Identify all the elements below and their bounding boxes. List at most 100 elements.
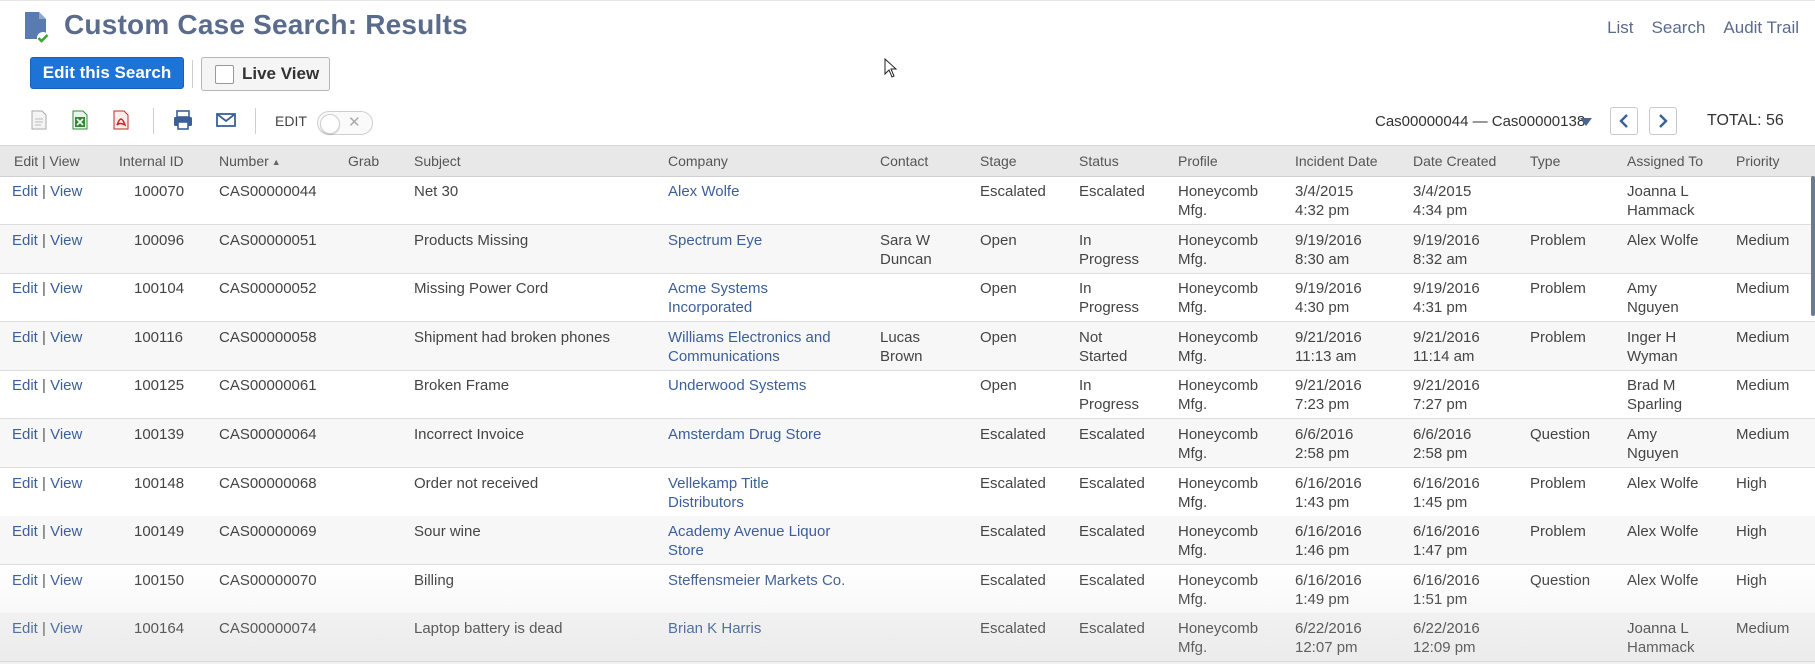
company-link-line[interactable]: Distributors [668, 493, 769, 512]
list-link[interactable]: List [1607, 18, 1633, 38]
incident-date-cell-line: 3/4/2015 [1295, 183, 1354, 200]
company-link[interactable]: Williams Electronics and Communications [668, 328, 831, 366]
view-link[interactable]: View [50, 620, 82, 637]
live-view-checkbox[interactable] [215, 64, 234, 84]
column-company[interactable]: Company [668, 153, 728, 169]
internal-id-cell: 100149 [134, 523, 185, 541]
date-created-cell: 9/21/2016 11:14 am [1413, 328, 1480, 366]
audit-trail-link[interactable]: Audit Trail [1723, 18, 1799, 38]
edit-link[interactable]: Edit [12, 475, 38, 492]
column-stage[interactable]: Stage [980, 153, 1017, 169]
company-link-line[interactable]: Communications [668, 347, 831, 366]
page-range-select[interactable]: Cas00000044 — Cas00000138 [1375, 113, 1585, 130]
edit-link[interactable]: Edit [12, 280, 38, 297]
email-icon[interactable] [214, 108, 238, 132]
view-link[interactable]: View [50, 475, 82, 492]
search-link[interactable]: Search [1652, 18, 1706, 38]
company-link-line[interactable]: Brian K Harris [668, 619, 761, 638]
view-link[interactable]: View [50, 183, 82, 200]
company-link[interactable]: Academy Avenue Liquor Store [668, 522, 830, 560]
company-link[interactable]: Brian K Harris [668, 619, 761, 638]
view-link[interactable]: View [50, 232, 82, 249]
view-link[interactable]: View [50, 329, 82, 346]
company-link-line[interactable]: Alex Wolfe [668, 182, 739, 201]
company-link-line[interactable]: Williams Electronics and [668, 328, 831, 347]
column-grab[interactable]: Grab [348, 153, 379, 169]
assigned-to-cell: Alex Wolfe [1627, 571, 1698, 590]
edit-link[interactable]: Edit [12, 620, 38, 637]
profile-cell: Honeycomb Mfg. [1178, 522, 1258, 560]
previous-page-button[interactable] [1610, 107, 1638, 135]
company-link-line[interactable]: Store [668, 541, 830, 560]
column-profile[interactable]: Profile [1178, 153, 1218, 169]
date-created-cell-line: 9/21/2016 [1413, 377, 1480, 395]
company-link-line[interactable]: Vellekamp Title [668, 474, 769, 493]
view-link[interactable]: View [50, 523, 82, 540]
company-link-line[interactable]: Acme Systems [668, 279, 768, 298]
next-page-button[interactable] [1649, 107, 1677, 135]
edit-link[interactable]: Edit [12, 377, 38, 394]
date-created-cell-line: 9/19/2016 [1413, 231, 1480, 249]
column-type[interactable]: Type [1530, 153, 1560, 169]
table-row: Edit | View 100149 CAS00000069 Sour wine Aca… [0, 516, 1815, 566]
column-contact[interactable]: Contact [880, 153, 928, 169]
new-document-icon[interactable] [27, 108, 51, 132]
company-link-line[interactable]: Amsterdam Drug Store [668, 425, 821, 444]
view-link[interactable]: View [50, 377, 82, 394]
edit-link[interactable]: Edit [12, 329, 38, 346]
edit-view-cell: Edit | View [12, 474, 82, 493]
edit-link[interactable]: Edit [12, 183, 38, 200]
column-number[interactable]: Number ▲ [219, 153, 281, 169]
company-link[interactable]: Steffensmeier Markets Co. [668, 571, 845, 590]
profile-cell: Honeycomb Mfg. [1178, 425, 1258, 463]
column-date-created[interactable]: Date Created [1413, 153, 1496, 169]
edit-search-button[interactable]: Edit this Search [30, 57, 184, 89]
company-link-line[interactable]: Steffensmeier Markets Co. [668, 571, 845, 590]
profile-cell-line: Honeycomb [1178, 183, 1259, 200]
company-link[interactable]: Acme Systems Incorporated [668, 279, 768, 317]
view-link[interactable]: View [50, 572, 82, 589]
number-cell: CAS00000052 [219, 280, 317, 298]
number-cell: CAS00000058 [219, 328, 317, 346]
status-cell: Escalated [1079, 571, 1145, 590]
type-cell: Problem [1530, 231, 1586, 249]
live-view-button[interactable]: Live View [201, 57, 330, 91]
view-link[interactable]: View [50, 426, 82, 443]
export-excel-icon[interactable] [68, 108, 92, 132]
company-link[interactable]: Vellekamp Title Distributors [668, 474, 769, 512]
vertical-scrollbar[interactable] [1811, 176, 1815, 316]
column-internal-id[interactable]: Internal ID [119, 153, 184, 169]
number-cell: CAS00000044 [219, 183, 317, 200]
edit-link[interactable]: Edit [12, 572, 38, 589]
view-link[interactable]: View [50, 280, 82, 297]
column-subject[interactable]: Subject [414, 153, 461, 169]
chevron-down-icon[interactable] [1580, 118, 1592, 126]
company-link[interactable]: Spectrum Eye [668, 231, 762, 250]
edit-link[interactable]: Edit [12, 426, 38, 443]
company-link[interactable]: Alex Wolfe [668, 182, 739, 201]
column-priority[interactable]: Priority [1736, 153, 1780, 169]
internal-id-cell: 100148 [134, 474, 185, 492]
company-link[interactable]: Underwood Systems [668, 376, 806, 395]
column-assigned-to[interactable]: Assigned To [1627, 153, 1703, 169]
company-link-line[interactable]: Academy Avenue Liquor [668, 522, 830, 541]
print-icon[interactable] [171, 108, 195, 132]
company-link-line[interactable]: Incorporated [668, 298, 768, 317]
number-cell: CAS00000070 [219, 571, 317, 589]
column-status[interactable]: Status [1079, 153, 1119, 169]
date-created-cell-line: 6/16/2016 [1413, 523, 1480, 541]
company-link[interactable]: Amsterdam Drug Store [668, 425, 821, 444]
company-link-line[interactable]: Underwood Systems [668, 376, 806, 395]
contact-cell-line: Duncan [880, 250, 932, 268]
incident-date-cell: 6/22/2016 12:07 pm [1295, 619, 1362, 657]
column-incident-date[interactable]: Incident Date [1295, 153, 1378, 169]
edit-view-cell: Edit | View [12, 571, 82, 590]
edit-link[interactable]: Edit [12, 232, 38, 249]
export-pdf-icon[interactable] [109, 108, 133, 132]
assigned-to-cell: Joanna L Hammack [1627, 182, 1695, 220]
subject-cell: Missing Power Cord [414, 280, 549, 298]
company-link-line[interactable]: Spectrum Eye [668, 231, 762, 250]
edit-mode-toggle[interactable]: ✕ [317, 111, 373, 135]
profile-cell-line: Honeycomb [1178, 328, 1259, 346]
edit-link[interactable]: Edit [12, 523, 38, 540]
